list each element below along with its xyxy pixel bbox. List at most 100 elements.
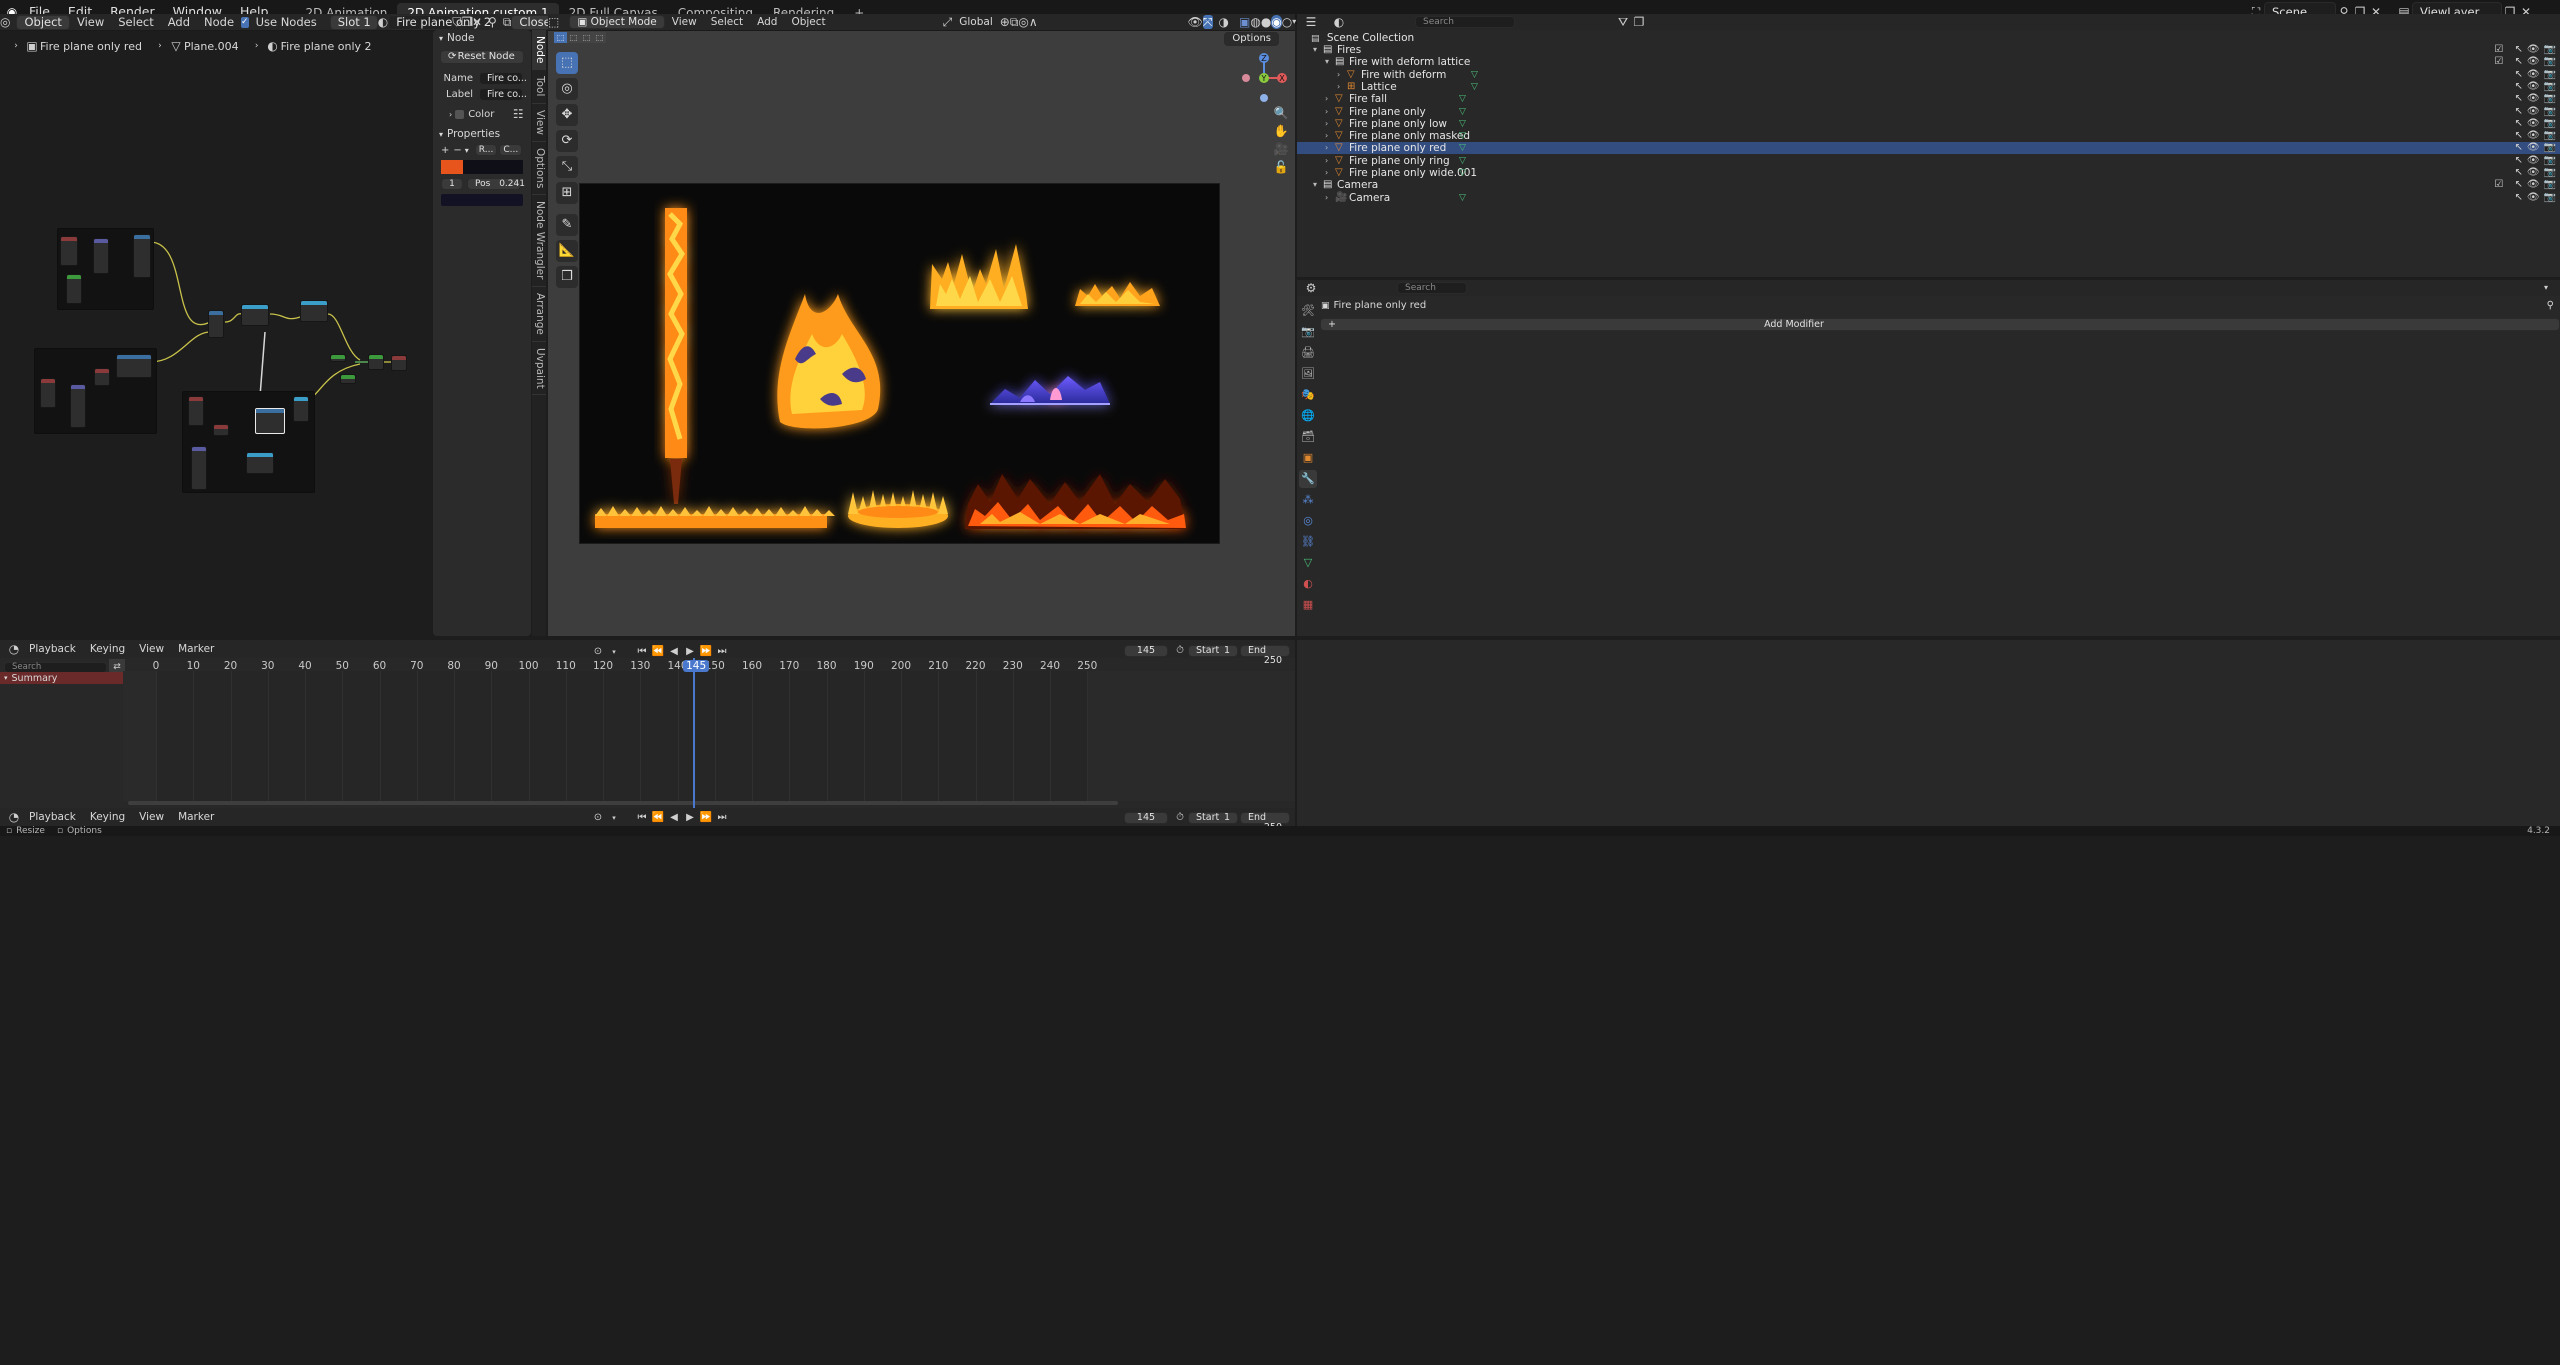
collection-props-icon[interactable]: 🗃 [1299,428,1317,446]
jump-prev-key-icon[interactable]: ⏪ [650,810,666,826]
falloff-icon[interactable]: ∧ [1029,14,1038,30]
play-reverse-icon[interactable]: ◀ [666,810,682,826]
node-name-field[interactable]: Fire co... [479,72,527,85]
move-tool-icon[interactable]: ✥ [556,104,578,126]
horizontal-scrollbar[interactable] [128,801,1118,805]
shader-node-selected[interactable] [255,408,285,434]
shader-node[interactable] [66,274,82,304]
outliner-row[interactable]: › ▽ Fire fall ▽ ↖👁📷 [1297,93,2560,105]
scale-tool-icon[interactable]: ⤡ [556,156,578,178]
shader-node[interactable] [70,384,86,428]
sidebar-tab-arrange[interactable]: Arrange [532,287,546,342]
shader-node[interactable] [116,354,152,378]
properties-search[interactable]: Search [1397,282,1467,294]
current-frame-field[interactable]: 145 [1124,645,1168,657]
mesh-data-icon[interactable]: ▽ [1459,106,1466,118]
snap-icon[interactable]: ⧉ [1010,14,1019,30]
material-output-node[interactable] [391,355,407,371]
menu-playback[interactable]: Playback [22,640,83,658]
output-props-icon[interactable]: 🖨 [1299,344,1317,362]
pin-icon[interactable]: ⚲ [2547,300,2554,311]
zoom-icon[interactable]: 🔍 [1273,104,1289,122]
expand-arrow-icon[interactable]: › [1325,118,1328,130]
visibility-toggles[interactable]: ↖👁📷 [2514,69,2560,81]
menu-marker[interactable]: Marker [171,640,221,658]
properties-section-title[interactable]: Properties [447,128,500,140]
preview-range-icon[interactable]: ⏱ [1172,643,1188,659]
expand-arrow-icon[interactable]: › [1325,192,1328,204]
transform-tool-icon[interactable]: ⊞ [556,182,578,204]
shader-node[interactable] [246,452,274,474]
color-ramp-stop[interactable] [441,160,463,174]
visibility-toggles[interactable]: ↖👁📷 [2514,167,2560,179]
editor-type-icon[interactable]: ◔ [6,641,22,657]
editor-type-icon[interactable]: ☰ [1303,14,1319,30]
shader-node[interactable] [60,236,78,266]
add-stop-icon[interactable]: + [441,145,449,156]
rotate-tool-icon[interactable]: ⟳ [556,130,578,152]
visibility-toggles[interactable]: ↖👁📷 [2514,106,2560,118]
physics-props-icon[interactable]: ◎ [1299,512,1317,530]
node-label-field[interactable]: Fire co... [479,88,527,101]
outliner-row[interactable]: ▾ ▤ Fires ☑ ↖👁📷 [1297,44,2560,56]
shader-node[interactable] [191,446,207,490]
expand-arrow-icon[interactable]: › [1325,142,1328,154]
select-invert-icon[interactable]: ⬚ [593,32,606,43]
pivot-icon[interactable]: ⊕ [1000,14,1010,30]
mesh-data-icon[interactable]: ▽ [1471,81,1478,93]
node-section-title[interactable]: Node [447,32,474,44]
mesh-data-icon[interactable]: ▽ [1459,142,1466,154]
fake-user-icon[interactable]: ⛉ [452,14,461,30]
view-layer-props-icon[interactable]: 🖼 [1299,365,1317,383]
filter-icon[interactable]: ⛛ [1615,14,1631,30]
play-icon[interactable]: ▶ [682,810,698,826]
color-checkbox[interactable] [455,109,465,119]
menu-object[interactable]: Object [784,15,832,30]
overlays-icon[interactable]: ◑ [1219,14,1229,30]
material-selector[interactable]: Fire plane only 2 [388,14,491,30]
shader-node[interactable] [368,354,384,370]
gizmo-y-label[interactable]: Y [1261,74,1267,83]
shader-node[interactable] [213,424,229,436]
mesh-data-icon[interactable]: ▽ [1459,130,1466,142]
summary-channel[interactable]: ▾ Summary [0,672,123,684]
jump-next-key-icon[interactable]: ⏩ [698,810,714,826]
outliner-row[interactable]: › ▽ Fire plane only red ▽ ↖👁📷 [1297,142,2560,155]
options-dropdown[interactable]: Options [1224,32,1279,46]
auto-keying-icon[interactable]: ⊙ [590,810,606,826]
mesh-data-icon[interactable]: ▽ [1459,155,1466,167]
editor-type-icon[interactable]: ◎ [0,14,10,30]
menu-add[interactable]: Add [750,15,784,30]
play-reverse-icon[interactable]: ◀ [666,644,682,660]
auto-keying-icon[interactable]: ⊙ [590,644,606,660]
visibility-toggles[interactable]: ↖👁📷 [2514,192,2560,204]
shader-node[interactable] [133,234,151,278]
outliner-row[interactable]: › ▽ Fire with deform ▽ ↖👁📷 [1297,69,2560,81]
visibility-toggles[interactable]: ↖👁📷 [2514,155,2560,167]
color-ramp[interactable] [441,160,523,174]
shader-node[interactable] [208,310,224,338]
list-icon[interactable]: ☷ [510,106,526,122]
expand-arrow-icon[interactable]: › [1325,167,1328,179]
outliner-row[interactable]: › ▽ Fire plane only low ▽ ↖👁📷 [1297,118,2560,130]
outliner-row[interactable]: › ⊞ Lattice ▽ ↖👁📷 [1297,81,2560,93]
snap-icon[interactable]: ⧉ [503,14,512,30]
outliner-row[interactable]: ▾ ▤ Camera ☑ ↖👁📷 [1297,179,2560,191]
breadcrumb-object[interactable]: Fire plane only red [40,40,142,53]
stop-position-field[interactable]: Pos 0.241 [467,178,525,190]
shading-menu-icon[interactable]: ▾ [1292,14,1296,30]
start-frame-field[interactable]: Start 1 [1188,812,1238,824]
visibility-toggles[interactable]: ↖👁📷 [2514,130,2560,142]
add-modifier-button[interactable]: + Add Modifier [1320,318,2560,331]
keying-menu-icon[interactable]: ▾ [606,810,622,826]
menu-keying[interactable]: Keying [83,808,132,826]
node-canvas[interactable] [0,52,428,636]
editor-type-icon[interactable]: ⚙ [1303,280,1319,296]
xray-icon[interactable]: ▣ [1239,14,1250,30]
sidebar-tab-view[interactable]: View [532,104,546,142]
ramp-menu-icon[interactable]: ▾ [465,146,469,155]
expand-arrow-icon[interactable]: › [1325,93,1328,105]
object-props-icon[interactable]: ▣ [1299,449,1317,467]
proportional-edit-icon[interactable]: ◎ [1018,14,1028,30]
sidebar-tab-options[interactable]: Options [532,142,546,196]
